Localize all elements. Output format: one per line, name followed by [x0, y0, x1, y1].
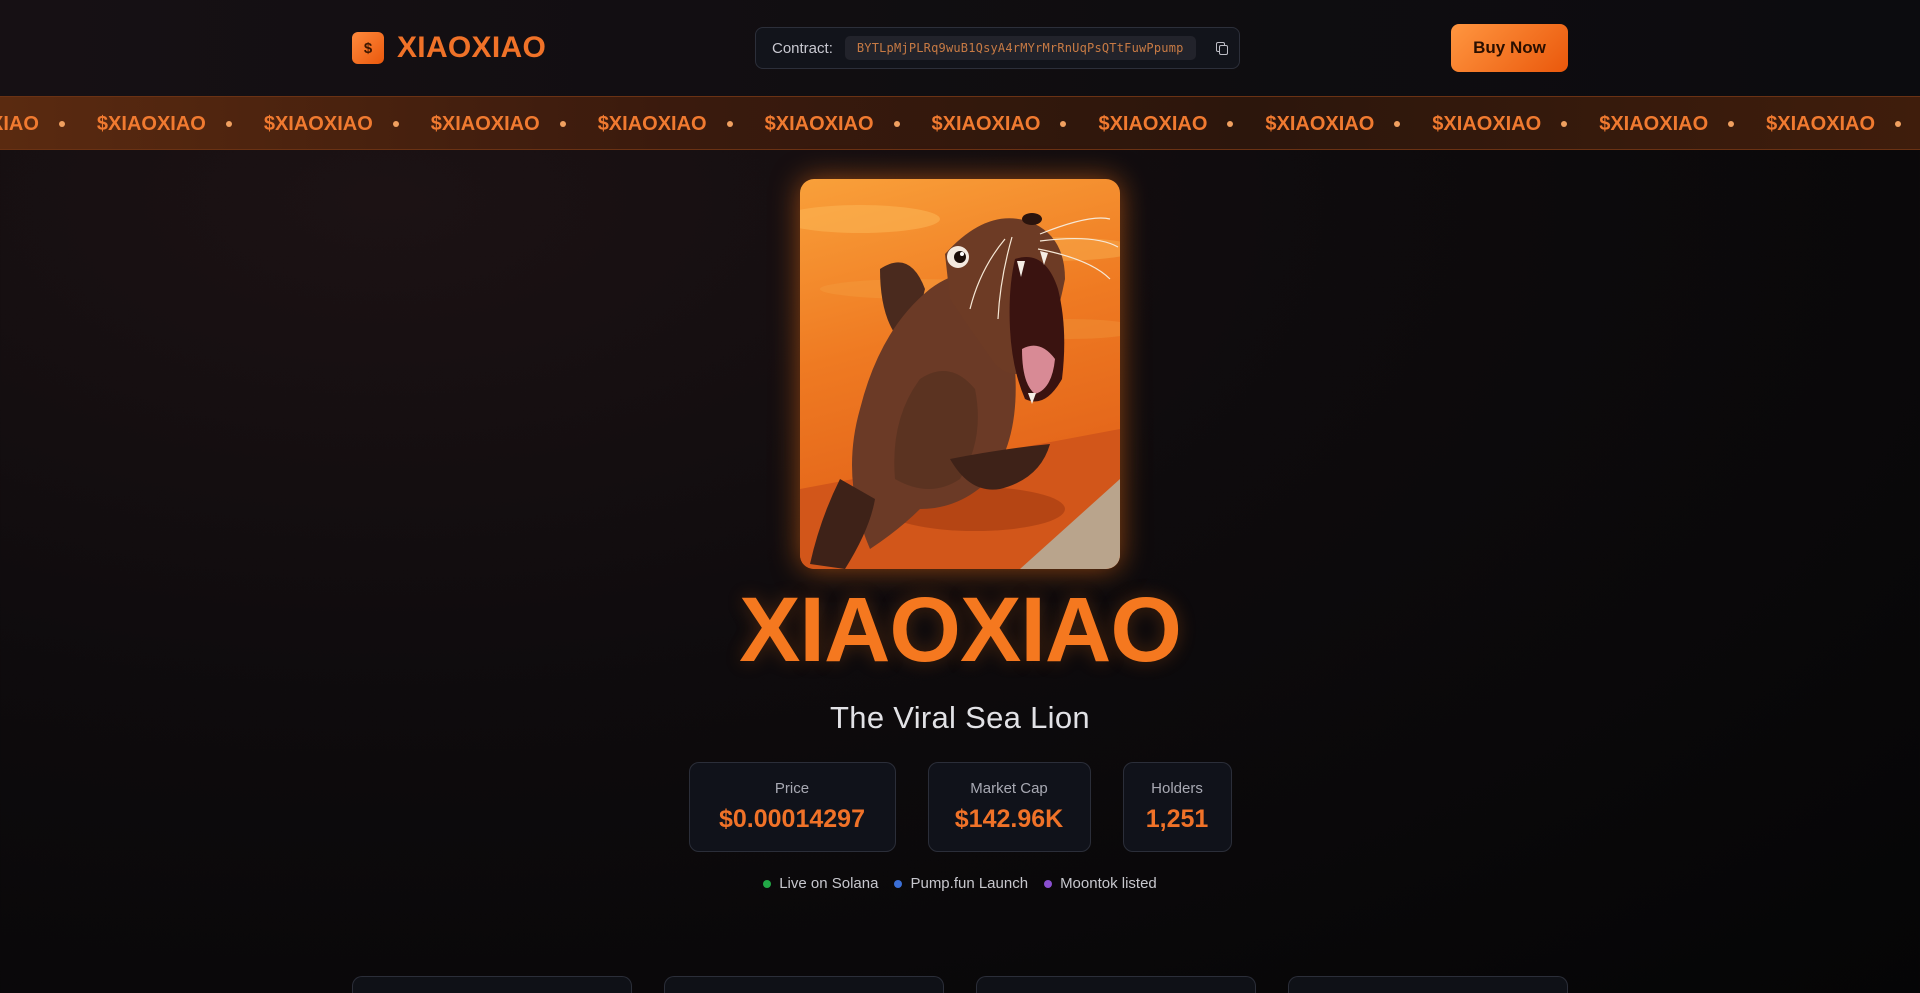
bullet-dot-icon — [726, 121, 733, 127]
marquee-item: $XIAOXIAO — [1766, 113, 1920, 136]
stat-label: Market Cap — [970, 780, 1048, 797]
dollar-icon: $ — [352, 32, 384, 64]
bullet-dot-icon — [58, 121, 65, 127]
marquee-text: $XIAOXIAO — [597, 112, 707, 135]
marquee-item: $XIAOXIAO — [264, 113, 431, 136]
marquee-item: $XIAOXIAO — [431, 113, 598, 136]
marquee-item: $XIAOXIAO — [1599, 113, 1766, 136]
marquee-text: $XIAOXIAO — [1098, 112, 1208, 135]
marquee-item: $XIAOXIAO — [1265, 113, 1432, 136]
stats-row: Price $0.00014297 Market Cap $142.96K Ho… — [0, 762, 1920, 852]
marquee-item: $XIAOXIAO — [0, 113, 97, 136]
marquee-text: $XIAOXIAO — [96, 112, 206, 135]
marquee-text: $XIAOXIAO — [1432, 112, 1542, 135]
marquee-item: $XIAOXIAO — [1098, 113, 1265, 136]
marquee-text: $XIAOXIAO — [764, 112, 874, 135]
marquee-item: $XIAOXIAO — [932, 113, 1099, 136]
bullet-dot-icon — [225, 121, 232, 127]
bullet-dot-icon — [559, 121, 566, 127]
tag-pumpfun: Pump.fun Launch — [894, 875, 1028, 892]
stat-label: Holders — [1151, 780, 1203, 797]
contract-box: Contract: BYTLpMjPLRq9wuB1QsyA4rMYrMrRnU… — [755, 27, 1240, 69]
status-dot-icon — [763, 879, 772, 888]
buy-now-button[interactable]: Buy Now — [1451, 24, 1568, 72]
marquee-text: $XIAOXIAO — [931, 112, 1041, 135]
bullet-dot-icon — [1895, 121, 1902, 127]
contract-address[interactable]: BYTLpMjPLRq9wuB1QsyA4rMYrMrRnUqPsQTtFuwP… — [844, 36, 1196, 60]
feature-card — [1288, 976, 1568, 993]
marquee-text: $XIAOXIAO — [1766, 112, 1876, 135]
marquee-item: $XIAOXIAO — [598, 113, 765, 136]
stat-value: $0.00014297 — [719, 805, 865, 833]
logo[interactable]: $ XIAOXIAO — [352, 28, 546, 68]
bullet-dot-icon — [1060, 121, 1067, 127]
stat-label: Price — [774, 780, 810, 797]
status-dot-icon — [1044, 879, 1053, 888]
feature-card — [352, 976, 632, 993]
marquee-text: $XIAOXIAO — [1599, 112, 1709, 135]
marquee-text: $XIAOXIAO — [0, 112, 39, 135]
hero-title: XIAOXIAO — [739, 579, 1182, 681]
bullet-dot-icon — [1227, 121, 1234, 127]
stat-card-price: Price $0.00014297 — [688, 762, 896, 852]
bullet-dot-icon — [1561, 121, 1568, 127]
bullet-dot-icon — [893, 121, 900, 127]
logo-text: XIAOXIAO — [397, 31, 547, 64]
marquee-track: $XIAOXIAO $XIAOXIAO $XIAOXIAO $XIAOXIAO $XIA… — [0, 97, 1920, 149]
marquee-item: $XIAOXIAO — [1432, 113, 1599, 136]
marquee-item: $XIAOXIAO — [97, 113, 264, 136]
bullet-dot-icon — [1394, 121, 1401, 127]
feature-cards — [352, 976, 1568, 993]
site-header: $ XIAOXIAO Contract: BYTLpMjPLRq9wuB1Qsy… — [0, 0, 1920, 96]
tag-solana: Live on Solana — [763, 875, 878, 892]
hero-subtitle: The Viral Sea Lion — [830, 700, 1090, 735]
ticker-marquee: $XIAOXIAO $XIAOXIAO $XIAOXIAO $XIAOXIAO $XIA… — [0, 96, 1920, 150]
stat-value: $142.96K — [954, 805, 1064, 833]
status-dot-icon — [894, 879, 903, 888]
copy-icon[interactable] — [1214, 40, 1230, 56]
stat-card-market-cap: Market Cap $142.96K — [927, 762, 1091, 852]
feature-card — [664, 976, 944, 993]
bullet-dot-icon — [1728, 121, 1735, 127]
marquee-text: $XIAOXIAO — [1265, 112, 1375, 135]
tag-moontok: Moontok listed — [1044, 875, 1157, 892]
marquee-text: $XIAOXIAO — [263, 112, 373, 135]
stat-card-holders: Holders 1,251 — [1122, 762, 1232, 852]
status-tags: Live on Solana Pump.fun Launch Moontok l… — [0, 875, 1920, 892]
tag-label: Moontok listed — [1060, 875, 1157, 892]
tag-label: Pump.fun Launch — [910, 875, 1029, 892]
contract-label: Contract: — [772, 39, 833, 57]
sea-lion-image — [800, 179, 1120, 569]
tag-label: Live on Solana — [779, 875, 879, 892]
marquee-item: $XIAOXIAO — [765, 113, 932, 136]
feature-card — [976, 976, 1256, 993]
stat-value: 1,251 — [1145, 805, 1209, 833]
marquee-text: $XIAOXIAO — [430, 112, 540, 135]
bullet-dot-icon — [392, 121, 399, 127]
